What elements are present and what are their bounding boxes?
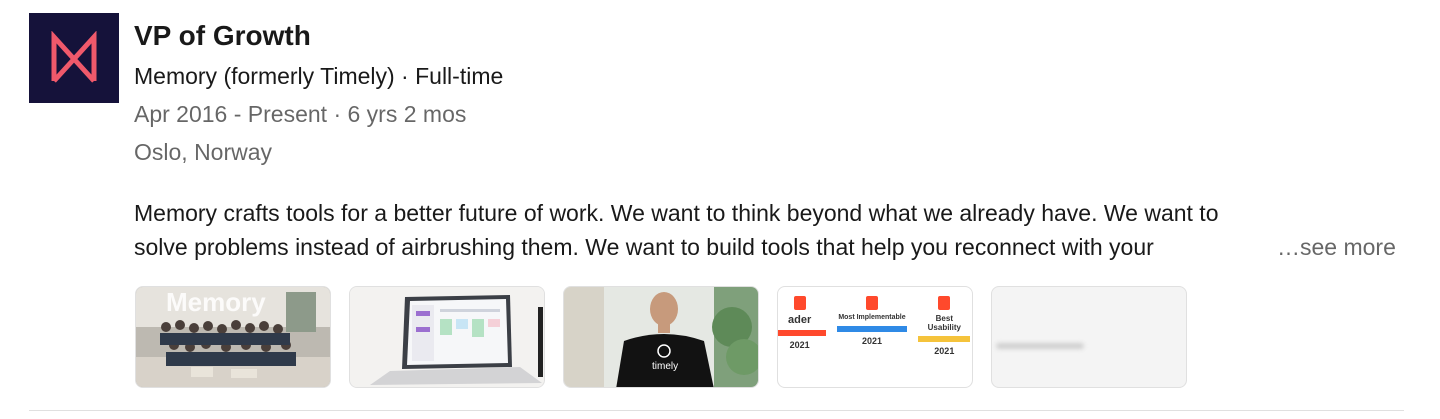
laptop-image	[350, 287, 544, 387]
g2-logo-icon	[865, 296, 878, 310]
g2-logo-icon	[938, 296, 951, 310]
timely-shirt-photo	[564, 287, 758, 387]
description-line: solve problems instead of airbrushing th…	[134, 234, 1154, 260]
tshirt-text: timely	[652, 361, 679, 372]
description-line: Memory crafts tools for a better future …	[134, 200, 1219, 226]
badge-label: Most Implementable	[838, 314, 906, 321]
section-divider	[29, 410, 1404, 411]
g2-badge: Best Usability 2021	[918, 296, 971, 378]
media-thumbnail-g2-badges[interactable]: ader 2021 Most Implementable 2021 Best U…	[777, 286, 973, 388]
location: Oslo, Norway	[134, 139, 273, 165]
badge-year: 2021	[934, 346, 955, 356]
see-more-button[interactable]: …see more	[1277, 230, 1396, 264]
team-photo-caption: Memory	[166, 287, 266, 317]
experience-description: Memory crafts tools for a better future …	[134, 196, 1404, 264]
media-thumbnail-laptop[interactable]	[349, 286, 545, 388]
media-thumbnail-blurred[interactable]	[991, 286, 1187, 388]
blurred-text-placeholder	[996, 343, 1084, 349]
media-thumbnail-timely-shirt[interactable]: timely	[563, 286, 759, 388]
badge-year: 2021	[861, 336, 882, 346]
g2-logo-icon	[793, 296, 806, 310]
g2-badge: ader 2021	[778, 296, 826, 378]
media-thumbnail-team-photo[interactable]: Memory	[135, 286, 331, 388]
company-logo[interactable]	[29, 13, 119, 103]
experience-header: VP of Growth Memory (formerly Timely) · …	[134, 18, 1414, 171]
badge-year: 2021	[789, 340, 810, 350]
g2-badge: Most Implementable 2021	[836, 296, 907, 378]
badge-label: Best Usability	[927, 314, 961, 332]
badge-label: ader	[788, 314, 812, 326]
date-range: Apr 2016 - Present · 6 yrs 2 mos	[134, 101, 467, 127]
job-title: VP of Growth	[134, 20, 311, 51]
memory-logo-icon	[51, 31, 97, 83]
company-line: Memory (formerly Timely) · Full-time	[134, 63, 504, 89]
media-gallery: Memory timely ader 2021 Most Implementab…	[135, 286, 1187, 388]
